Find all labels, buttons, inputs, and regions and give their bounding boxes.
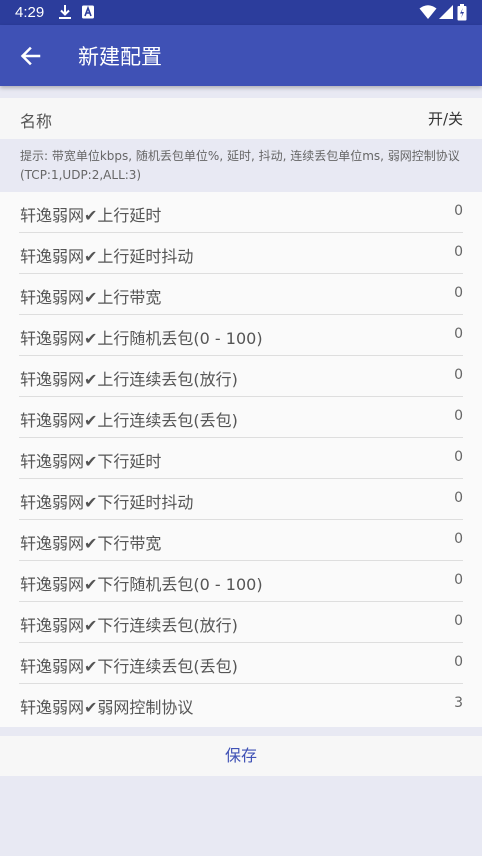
save-button[interactable]: 保存 (0, 736, 482, 776)
setting-value: 0 (454, 572, 463, 588)
setting-value: 0 (454, 244, 463, 260)
settings-list: 轩逸弱网✔上行延时 0 轩逸弱网✔上行延时抖动 0 轩逸弱网✔上行带宽 0 轩逸弱网✔上行随… (0, 192, 482, 727)
setting-row[interactable]: 轩逸弱网✔弱网控制协议 3 (0, 684, 482, 725)
setting-row[interactable]: 轩逸弱网✔下行延时抖动 0 (0, 479, 482, 520)
battery-icon (457, 4, 467, 25)
setting-row[interactable]: 轩逸弱网✔上行带宽 0 (0, 274, 482, 315)
toggle-label[interactable]: 开/关 (428, 108, 463, 129)
setting-value: 0 (454, 203, 463, 219)
setting-row[interactable]: 轩逸弱网✔下行延时 0 (0, 438, 482, 479)
setting-value: 3 (454, 695, 463, 711)
setting-label: 轩逸弱网✔上行随机丢包(0 - 100) (20, 329, 263, 348)
page-title: 新建配置 (78, 45, 162, 69)
setting-row[interactable]: 轩逸弱网✔下行随机丢包(0 - 100) 0 (0, 561, 482, 602)
setting-label: 轩逸弱网✔下行连续丢包(放行) (20, 616, 238, 635)
name-toggle-row[interactable]: 名称 开/关 (0, 98, 482, 139)
setting-label: 轩逸弱网✔上行连续丢包(放行) (20, 370, 238, 389)
notification-a-icon (81, 4, 95, 24)
status-bar: 4:29 (0, 0, 482, 25)
setting-label: 轩逸弱网✔下行随机丢包(0 - 100) (20, 575, 263, 594)
setting-label: 轩逸弱网✔上行延时 (20, 206, 162, 225)
setting-row[interactable]: 轩逸弱网✔下行带宽 0 (0, 520, 482, 561)
setting-label: 轩逸弱网✔弱网控制协议 (20, 698, 194, 717)
setting-value: 0 (454, 613, 463, 629)
setting-row[interactable]: 轩逸弱网✔上行连续丢包(放行) 0 (0, 356, 482, 397)
setting-value: 0 (454, 531, 463, 547)
signal-icon (439, 4, 454, 24)
setting-value: 0 (454, 490, 463, 506)
setting-row[interactable]: 轩逸弱网✔下行连续丢包(放行) 0 (0, 602, 482, 643)
download-icon (58, 4, 72, 24)
save-bar: 保存 (0, 736, 482, 776)
setting-label: 轩逸弱网✔上行连续丢包(丢包) (20, 411, 238, 430)
setting-value: 0 (454, 408, 463, 424)
setting-row[interactable]: 轩逸弱网✔上行延时抖动 0 (0, 233, 482, 274)
setting-value: 0 (454, 449, 463, 465)
arrow-back-icon[interactable] (18, 43, 44, 69)
setting-label: 轩逸弱网✔下行延时 (20, 452, 162, 471)
setting-value: 0 (454, 285, 463, 301)
status-time: 4:29 (15, 4, 45, 21)
setting-label: 轩逸弱网✔上行带宽 (20, 288, 162, 307)
setting-label: 轩逸弱网✔下行带宽 (20, 534, 162, 553)
hint-text: 提示: 带宽单位kbps, 随机丢包单位%, 延时, 抖动, 连续丢包单位ms,… (20, 149, 460, 182)
setting-value: 0 (454, 367, 463, 383)
setting-label: 轩逸弱网✔下行连续丢包(丢包) (20, 657, 238, 676)
setting-row[interactable]: 轩逸弱网✔上行延时 0 (0, 192, 482, 233)
setting-row[interactable]: 轩逸弱网✔下行连续丢包(丢包) 0 (0, 643, 482, 684)
setting-row[interactable]: 轩逸弱网✔上行连续丢包(丢包) 0 (0, 397, 482, 438)
wifi-icon (419, 4, 437, 24)
setting-label: 轩逸弱网✔上行延时抖动 (20, 247, 194, 266)
name-label: 名称 (20, 112, 53, 131)
setting-value: 0 (454, 654, 463, 670)
setting-label: 轩逸弱网✔下行延时抖动 (20, 493, 194, 512)
app-bar: 新建配置 (0, 25, 482, 86)
setting-value: 0 (454, 326, 463, 342)
setting-row[interactable]: 轩逸弱网✔上行随机丢包(0 - 100) 0 (0, 315, 482, 356)
